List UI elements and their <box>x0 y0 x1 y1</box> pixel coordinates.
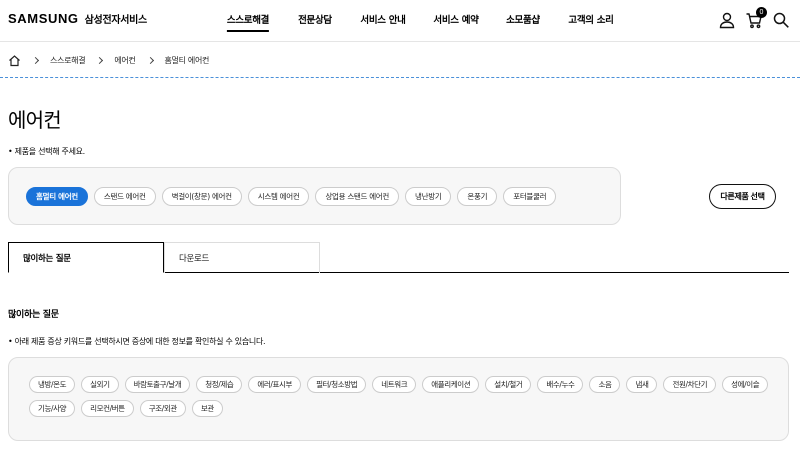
product-selector-panel: 홈멀티 에어컨 스탠드 에어컨 벽걸이(창문) 에어컨 시스템 에어컨 상업용 … <box>8 167 621 225</box>
chevron-right-icon <box>96 56 104 64</box>
keyword-message: • 아래 제품 증상 키워드를 선택하시면 증상에 대한 정보를 확인하실 수 … <box>8 337 266 346</box>
keyword-chip[interactable]: 필터/청소방법 <box>307 376 367 393</box>
user-icon[interactable] <box>718 11 736 29</box>
product-chip-commercial-stand[interactable]: 상업용 스탠드 에어컨 <box>315 187 400 206</box>
nav-service-info[interactable]: 서비스 안내 <box>360 12 406 30</box>
nav-consult[interactable]: 전문상담 <box>298 12 332 30</box>
keyword-chip-list: 냉방/온도 실외기 바람토출구/날개 청정/제습 에러/표시부 필터/청소방법 … <box>29 376 779 424</box>
cart-icon[interactable]: 0 <box>745 7 767 29</box>
product-chip-wall[interactable]: 벽걸이(창문) 에어컨 <box>161 187 242 206</box>
nav-consumables-shop[interactable]: 소모품샵 <box>506 12 540 30</box>
keyword-chip[interactable]: 전원/차단기 <box>663 376 717 393</box>
keyword-chip[interactable]: 바람토출구/날개 <box>124 376 191 393</box>
keyword-chip[interactable]: 구조/외관 <box>139 400 186 417</box>
faq-section-title: 많이하는 질문 <box>8 310 59 320</box>
dashed-divider <box>0 77 800 78</box>
keyword-chip[interactable]: 설치/철거 <box>485 376 532 393</box>
tab-faq[interactable]: 많이하는 질문 <box>8 242 164 273</box>
chevron-right-icon <box>146 56 154 64</box>
page-title: 에어컨 <box>8 108 62 132</box>
cart-count-badge: 0 <box>756 7 767 18</box>
select-product-message: • 제품을 선택해 주세요. <box>8 147 85 156</box>
other-product-button[interactable]: 다른제품 선택 <box>709 184 776 209</box>
keyword-chip[interactable]: 실외기 <box>81 376 119 393</box>
product-chip-heater[interactable]: 온풍기 <box>457 187 498 206</box>
main-nav: 스스로해결 전문상담 서비스 안내 서비스 예약 소모품샵 고객의 소리 <box>0 12 800 32</box>
breadcrumb: 스스로해결 에어컨 홈멀티 에어컨 <box>8 53 209 67</box>
content-tabs: 많이하는 질문 다운로드 <box>8 242 789 273</box>
chevron-right-icon <box>31 56 40 64</box>
product-chip-system[interactable]: 시스템 에어컨 <box>247 187 310 206</box>
product-chip-stand[interactable]: 스탠드 에어컨 <box>93 187 156 206</box>
keyword-chip[interactable]: 기능/사양 <box>29 400 76 417</box>
breadcrumb-self-solve[interactable]: 스스로해결 <box>50 55 86 66</box>
keyword-chip[interactable]: 청정/제습 <box>196 376 243 393</box>
keyword-chip[interactable]: 네트워크 <box>372 376 417 393</box>
product-chip-portable-cooler[interactable]: 포터블쿨러 <box>503 187 557 206</box>
keyword-chip[interactable]: 배수/누수 <box>537 376 584 393</box>
keyword-chip[interactable]: 성에/이슬 <box>722 376 769 393</box>
product-chip-list: 홈멀티 에어컨 스탠드 에어컨 벽걸이(창문) 에어컨 시스템 에어컨 상업용 … <box>26 187 562 206</box>
keyword-chip[interactable]: 냉방/온도 <box>29 376 76 393</box>
site-header: SAMSUNG 삼성전자서비스 스스로해결 전문상담 서비스 안내 서비스 예약… <box>0 0 800 42</box>
keyword-chip[interactable]: 에러/표시부 <box>248 376 302 393</box>
keyword-chip[interactable]: 애플리케이션 <box>422 376 480 393</box>
product-chip-heat-cool[interactable]: 냉난방기 <box>405 187 452 206</box>
breadcrumb-aircon[interactable]: 에어컨 <box>114 55 135 66</box>
product-chip-home-multi[interactable]: 홈멀티 에어컨 <box>26 187 88 206</box>
breadcrumb-current[interactable]: 홈멀티 에어컨 <box>165 55 210 66</box>
home-icon[interactable] <box>8 54 21 67</box>
keyword-chip[interactable]: 보관 <box>191 400 223 417</box>
keyword-chip[interactable]: 리모컨/버튼 <box>81 400 134 417</box>
keyword-chip[interactable]: 소음 <box>589 376 621 393</box>
nav-service-booking[interactable]: 서비스 예약 <box>433 12 479 30</box>
search-icon[interactable] <box>772 11 790 29</box>
tab-download[interactable]: 다운로드 <box>164 242 320 273</box>
nav-self-solve[interactable]: 스스로해결 <box>226 12 269 32</box>
nav-customer-voice[interactable]: 고객의 소리 <box>568 12 614 30</box>
keyword-panel: 냉방/온도 실외기 바람토출구/날개 청정/제습 에러/표시부 필터/청소방법 … <box>8 357 789 441</box>
keyword-chip[interactable]: 냄새 <box>626 376 658 393</box>
